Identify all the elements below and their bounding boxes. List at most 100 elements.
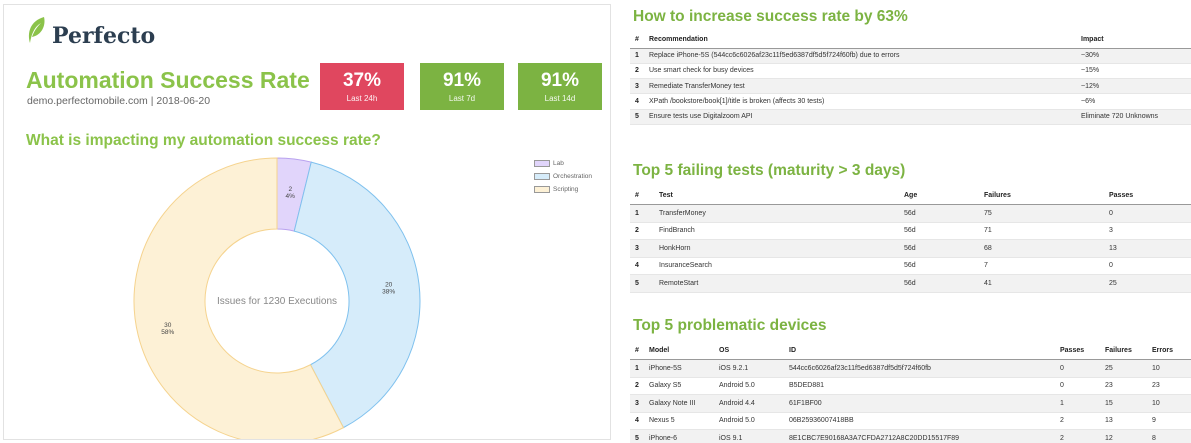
chart-legend: Lab Orchestration Scripting [534, 157, 592, 196]
table-cell-num: 5 [635, 434, 639, 442]
column-header: # [635, 192, 639, 199]
table-cell-id: 06B25936007418BB [789, 417, 854, 425]
table-cell-errors: 10 [1152, 364, 1160, 372]
table-cell-os: iOS 9.2.1 [719, 364, 749, 372]
table-cell-id: 544cc6c6026af23c11f5ed6387df5d5f724f60fb [789, 364, 931, 372]
table-cell-failures: 23 [1105, 382, 1113, 390]
legend-item-lab[interactable]: Lab [534, 157, 592, 169]
column-header: Recommendation [649, 36, 708, 44]
table-cell-num: 5 [635, 113, 639, 121]
table-header-row: # Model OS ID Passes Failures Errors [630, 342, 1191, 360]
column-header: OS [719, 347, 730, 354]
success-rate-panel: Perfecto Automation Success Rate demo.pe… [3, 4, 611, 440]
slice-percent-label: 58% [161, 329, 174, 336]
table-cell-failures: 13 [1105, 417, 1113, 425]
table-row[interactable]: 2 FindBranch 56d 71 3 [630, 222, 1191, 240]
legend-label: Lab [553, 159, 564, 167]
column-header: ID [789, 347, 796, 354]
table-cell-text: Remediate TransferMoney test [649, 82, 745, 90]
table-cell-model: iPhone-6 [649, 434, 678, 442]
table-row[interactable]: 1 iPhone-5S iOS 9.2.1 544cc6c6026af23c11f5e… [630, 359, 1191, 377]
table-cell-failures: 15 [1105, 399, 1113, 407]
table-row[interactable]: 4 Nexus 5 Android 5.0 06B25936007418BB 2 13 9 [630, 412, 1191, 430]
table-cell-errors: 8 [1152, 434, 1156, 442]
table-cell-num: 3 [635, 82, 639, 90]
table-cell-failures: 71 [984, 227, 992, 235]
table-cell-errors: 23 [1152, 382, 1160, 390]
table-cell-impact: Eliminate 720 Unknowns [1081, 113, 1159, 121]
table-cell-text: Replace iPhone-5S (544cc6c6026af23c11f5e… [649, 52, 900, 60]
table-cell-num: 5 [635, 279, 639, 287]
table-cell-impact: ~6% [1081, 98, 1096, 106]
table-row[interactable]: 5 RemoteStart 56d 41 25 [630, 274, 1191, 292]
table-cell-passes: 0 [1109, 209, 1113, 217]
table-row[interactable]: 4 XPath /bookstore/book[1]/title is broke… [630, 94, 1191, 110]
table-cell-passes: 0 [1060, 382, 1064, 390]
legend-swatch [534, 159, 550, 167]
table-cell-num: 4 [635, 417, 639, 425]
column-header: Age [904, 192, 918, 199]
issues-donut-chart: 24% 2038% 3058% Issues for 1230 Executions [133, 157, 421, 439]
legend-swatch [534, 185, 550, 193]
table-header-row: # Test Age Failures Passes [630, 187, 1191, 205]
failing-tests-title: Top 5 failing tests (maturity > 3 days) [633, 162, 906, 179]
table-header-row: # Recommendation Impact [630, 32, 1191, 48]
table-row[interactable]: 3 HonkHorn 56d 68 13 [630, 239, 1191, 257]
table-cell-test: FindBranch [659, 227, 695, 235]
table-cell-num: 2 [635, 227, 639, 235]
slice-value-label: 30 [164, 322, 172, 329]
column-header: Passes [1109, 192, 1134, 199]
table-cell-passes: 3 [1109, 227, 1113, 235]
legend-item-orchestration[interactable]: Orchestration [534, 170, 592, 182]
table-cell-text: Ensure tests use Digitalzoom API [649, 113, 753, 121]
recommendations-table: # Recommendation Impact 1 Replace iPhone-… [630, 32, 1191, 125]
table-cell-passes: 0 [1109, 262, 1113, 270]
table-row[interactable]: 4 InsuranceSearch 56d 7 0 [630, 257, 1191, 275]
column-header: Failures [1105, 347, 1132, 354]
table-cell-os: Android 5.0 [719, 382, 755, 390]
table-row[interactable]: 3 Remediate TransferMoney test ~12% [630, 78, 1191, 94]
table-cell-failures: 75 [984, 209, 992, 217]
table-cell-test: InsuranceSearch [659, 262, 712, 270]
column-header: Errors [1152, 347, 1174, 354]
table-cell-num: 3 [635, 244, 639, 252]
table-cell-id: 61F1BF00 [789, 399, 822, 407]
table-cell-num: 2 [635, 67, 639, 75]
table-cell-id: 8E1CBC7E90168A3A7CFDA2712A8C20DD15517F89 [789, 434, 960, 442]
table-cell-errors: 10 [1152, 399, 1160, 407]
table-cell-age: 56d [904, 262, 916, 270]
table-cell-os: Android 4.4 [719, 399, 755, 407]
table-row[interactable]: 1 TransferMoney 56d 75 0 [630, 204, 1191, 222]
column-header: # [635, 347, 639, 354]
table-cell-num: 4 [635, 262, 639, 270]
table-cell-failures: 41 [984, 279, 992, 287]
table-cell-passes: 25 [1109, 279, 1117, 287]
table-cell-age: 56d [904, 209, 916, 217]
table-cell-num: 1 [635, 364, 639, 372]
legend-label: Scripting [553, 185, 579, 193]
table-cell-model: Galaxy Note III [649, 399, 696, 407]
donut-center-label: Issues for 1230 Executions [217, 296, 337, 307]
table-cell-num: 1 [635, 52, 639, 60]
column-header: Passes [1060, 347, 1085, 354]
column-header: Impact [1081, 36, 1104, 44]
legend-item-scripting[interactable]: Scripting [534, 183, 592, 195]
table-cell-model: Nexus 5 [649, 417, 675, 425]
recommendations-title: How to increase success rate by 63% [633, 8, 908, 25]
table-cell-num: 1 [635, 209, 639, 217]
table-row[interactable]: 2 Use smart check for busy devices ~15% [630, 63, 1191, 79]
table-cell-passes: 2 [1060, 417, 1064, 425]
table-row[interactable]: 1 Replace iPhone-5S (544cc6c6026af23c11f5… [630, 48, 1191, 64]
table-row[interactable]: 5 Ensure tests use Digitalzoom API Elimina… [630, 109, 1191, 125]
table-row[interactable]: 3 Galaxy Note III Android 4.4 61F1BF00 1 15 10 [630, 394, 1191, 412]
column-header: Test [659, 192, 673, 199]
table-cell-age: 56d [904, 244, 916, 252]
table-cell-text: XPath /bookstore/book[1]/title is broken… [649, 98, 825, 106]
table-row[interactable]: 5 iPhone-6 iOS 9.1 8E1CBC7E90168A3A7CFDA271… [630, 429, 1191, 443]
table-cell-text: Use smart check for busy devices [649, 67, 754, 75]
table-cell-test: RemoteStart [659, 279, 699, 287]
table-cell-passes: 13 [1109, 244, 1117, 252]
table-cell-id: B5DED881 [789, 382, 825, 390]
table-row[interactable]: 2 Galaxy S5 Android 5.0 B5DED881 0 23 23 [630, 377, 1191, 395]
table-cell-failures: 68 [984, 244, 992, 252]
